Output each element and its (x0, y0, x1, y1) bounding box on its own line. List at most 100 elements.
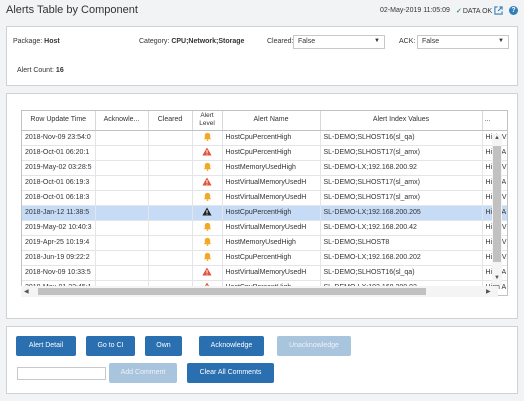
scroll-down-icon[interactable]: ▼ (494, 275, 500, 281)
cell-cleared (148, 235, 193, 251)
cell-alert-level (192, 160, 223, 176)
cell-alert-index-values: SL-DEMO;SLHOST16(sl_qa) (320, 265, 483, 281)
cell-alert-name: HostCpuPercentHigh (222, 145, 321, 161)
table-row[interactable]: 2018-Nov-09 23:54:0 HostCpuPercentHigh SL-… (22, 130, 507, 146)
column-header-alert-index-values[interactable]: Alert Index Values (320, 111, 483, 131)
chevron-down-icon: ▼ (374, 38, 380, 44)
comment-input[interactable] (17, 367, 106, 380)
bell-icon (203, 132, 212, 143)
alert-triangle-icon (202, 147, 212, 158)
cell-acknowledged (95, 220, 149, 236)
cell-acknowledged (95, 190, 149, 206)
column-header-row-update-time[interactable]: Row Update Time (22, 111, 96, 131)
alert-triangle-icon (202, 177, 212, 188)
cell-alert-index-values: SL-DEMO-LX;192.168.200.92 (320, 160, 483, 176)
scroll-up-icon[interactable]: ▲ (494, 135, 500, 141)
ack-label: ACK: (399, 38, 416, 45)
cell-alert-name: HostCpuPercentHigh (222, 205, 321, 221)
vertical-scrollbar[interactable]: ▲ ▼ (492, 134, 502, 285)
alert-count-label: Alert Count: (17, 67, 54, 74)
cleared-value: False (298, 38, 316, 45)
cleared-select[interactable]: False ▼ (293, 35, 385, 49)
cell-row-update-time: 2018-Nov-09 10:33:5 (22, 265, 96, 281)
cell-alert-level (192, 130, 223, 146)
acknowledge-button[interactable]: Acknowledge (199, 336, 264, 356)
bell-icon (203, 237, 212, 248)
alert-triangle-icon (202, 207, 212, 218)
cell-alert-level (192, 145, 223, 161)
alert-detail-button[interactable]: Alert Detail (16, 336, 76, 356)
column-header-cleared[interactable]: Cleared (148, 111, 193, 131)
table-header-row: Row Update Time Acknowle... Cleared Aler… (22, 111, 507, 131)
alert-triangle-icon (202, 267, 212, 278)
chevron-down-icon: ▼ (498, 38, 504, 44)
cell-alert-level (192, 205, 223, 221)
column-header-more[interactable]: ... (482, 111, 507, 131)
cell-alert-level (192, 220, 223, 236)
vertical-scroll-thumb[interactable] (493, 146, 501, 262)
cell-row-update-time: 2018-Oct-01 06:19:3 (22, 175, 96, 191)
table-row[interactable]: 2018-Oct-01 06:19:3 HostVirtualMemoryUsed… (22, 175, 507, 191)
cell-row-update-time: 2018-Nov-09 23:54:0 (22, 130, 96, 146)
alert-count-value: 16 (55, 67, 64, 74)
own-button[interactable]: Own (145, 336, 182, 356)
cell-cleared (148, 265, 193, 281)
cell-cleared (148, 145, 193, 161)
check-icon: ✓ (456, 8, 462, 15)
table-row[interactable]: 2018-Nov-09 10:33:5 HostVirtualMemoryUsed… (22, 265, 507, 281)
cell-alert-index-values: SL-DEMO;SLHOST16(sl_qa) (320, 130, 483, 146)
cell-row-update-time: 2018-Oct-01 06:18:3 (22, 190, 96, 206)
clear-all-comments-button[interactable]: Clear All Comments (187, 363, 274, 383)
table-row[interactable]: 2018-Oct-01 06:18:3 HostVirtualMemoryUsed… (22, 190, 507, 206)
cell-alert-level (192, 265, 223, 281)
page-title: Alerts Table by Component (6, 4, 138, 16)
cell-alert-level (192, 235, 223, 251)
ack-select[interactable]: False ▼ (417, 35, 509, 49)
cell-acknowledged (95, 130, 149, 146)
horizontal-scroll-thumb[interactable] (38, 288, 426, 295)
cell-alert-name: HostMemoryUsedHigh (222, 235, 321, 251)
cell-row-update-time: 2018-Oct-01 06:20:1 (22, 145, 96, 161)
bell-icon (203, 252, 212, 263)
cell-cleared (148, 175, 193, 191)
column-header-alert-name[interactable]: Alert Name (222, 111, 321, 131)
scroll-right-icon[interactable]: ▶ (486, 288, 491, 295)
top-bar: Alerts Table by Component 02-May-2019 11… (0, 0, 524, 24)
cell-row-update-time: 2018-Jan-12 11:38:5 (22, 205, 96, 221)
cell-acknowledged (95, 250, 149, 266)
unacknowledge-button: Unacknowledge (277, 336, 351, 356)
table-row[interactable]: 2018-Jan-12 11:38:5 HostCpuPercentHigh SL-… (22, 205, 507, 221)
scroll-left-icon[interactable]: ◀ (24, 288, 29, 295)
bell-icon (203, 162, 212, 173)
cell-acknowledged (95, 235, 149, 251)
table-row[interactable]: 2018-Oct-01 06:20:1 HostCpuPercentHigh SL-… (22, 145, 507, 161)
cell-alert-index-values: SL-DEMO;SLHOST17(sl_amx) (320, 145, 483, 161)
column-header-acknowledged[interactable]: Acknowle... (95, 111, 149, 131)
cell-alert-level (192, 190, 223, 206)
table-row[interactable]: 2019-Apr-25 10:19:4 HostMemoryUsedHigh SL-… (22, 235, 507, 251)
filter-panel: Package: Host Category: CPU;Network;Stor… (6, 26, 518, 86)
cell-alert-level (192, 250, 223, 266)
cell-row-update-time: 2019-May-02 10:40:3 (22, 220, 96, 236)
alerts-table: Row Update Time Acknowle... Cleared Aler… (21, 110, 508, 296)
external-link-icon[interactable] (494, 6, 503, 15)
help-icon[interactable]: ? (509, 6, 518, 15)
go-to-ci-button[interactable]: Go to CI (86, 336, 135, 356)
cell-alert-index-values: SL-DEMO-LX;192.168.200.202 (320, 250, 483, 266)
category-label: Category: (139, 38, 170, 45)
actions-panel: Alert Detail Go to CI Own Acknowledge Un… (6, 326, 518, 394)
horizontal-scrollbar[interactable]: ◀ ▶ (21, 286, 498, 297)
cell-alert-name: HostVirtualMemoryUsedH (222, 175, 321, 191)
package-value: Host (44, 38, 60, 45)
cell-acknowledged (95, 145, 149, 161)
cell-alert-level (192, 175, 223, 191)
table-row[interactable]: 2019-May-02 10:40:3 HostVirtualMemoryUsed… (22, 220, 507, 236)
package-filter: Package: Host (13, 38, 60, 45)
cell-cleared (148, 205, 193, 221)
cell-acknowledged (95, 205, 149, 221)
cell-row-update-time: 2019-Apr-25 10:19:4 (22, 235, 96, 251)
table-row[interactable]: 2018-Jun-19 09:22:2 HostCpuPercentHigh SL-… (22, 250, 507, 266)
table-row[interactable]: 2019-May-02 03:28:5 HostMemoryUsedHigh SL-… (22, 160, 507, 176)
column-header-alert-level[interactable]: Alert Level (192, 111, 223, 131)
cell-alert-name: HostVirtualMemoryUsedH (222, 220, 321, 236)
